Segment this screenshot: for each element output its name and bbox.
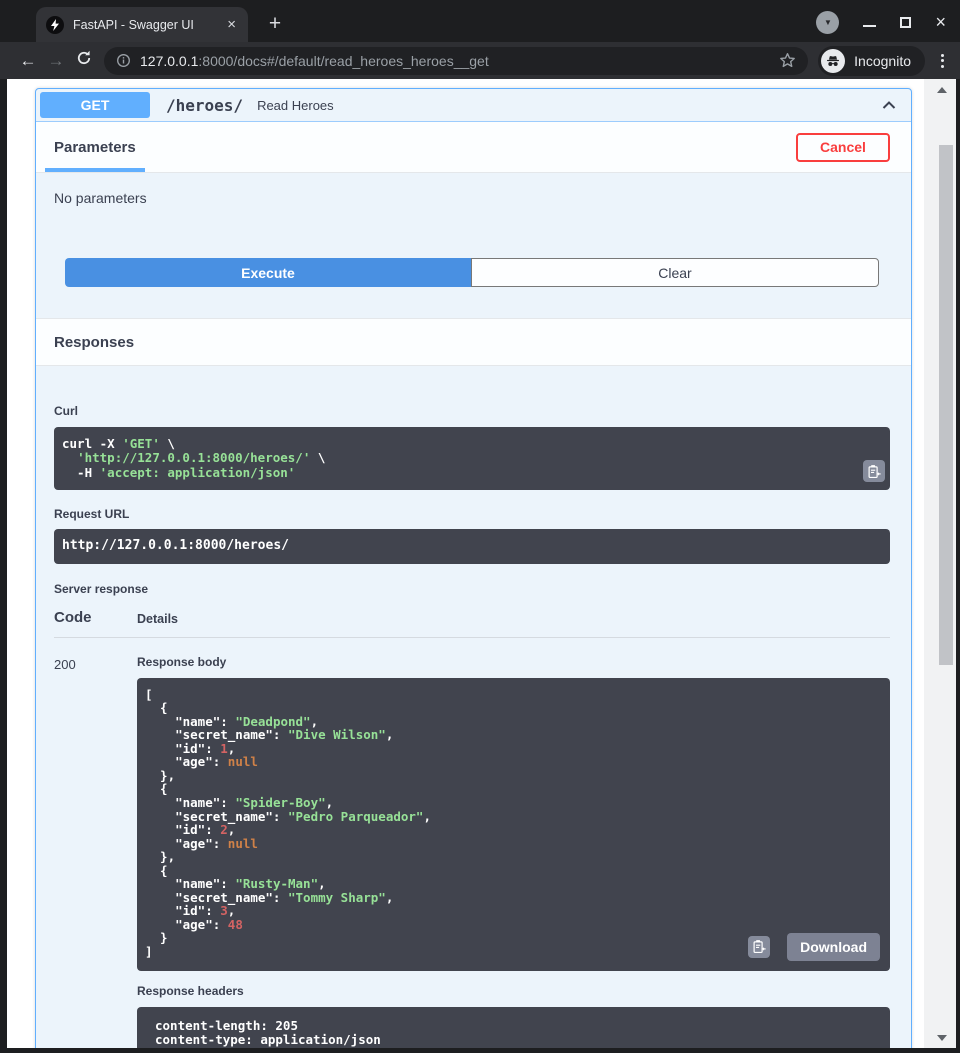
details-column-header: Details bbox=[137, 612, 178, 626]
site-info-icon[interactable] bbox=[116, 53, 131, 68]
execute-button[interactable]: Execute bbox=[65, 258, 471, 287]
code-column-header: Code bbox=[54, 609, 137, 626]
scroll-up-icon[interactable] bbox=[937, 87, 947, 93]
browser-tab[interactable]: FastAPI - Swagger UI × bbox=[36, 7, 248, 42]
page: GET /heroes/ Read Heroes Parameters Canc… bbox=[0, 79, 960, 1053]
minimize-icon[interactable] bbox=[863, 25, 876, 27]
status-code: 200 bbox=[54, 655, 137, 1048]
scroll-down-icon[interactable] bbox=[937, 1035, 947, 1041]
request-url-value: http://127.0.0.1:8000/heroes/ bbox=[54, 529, 890, 563]
window-controls: ▼ × bbox=[816, 8, 946, 36]
parameters-body: No parameters Execute Clear bbox=[36, 173, 911, 318]
incognito-badge: Incognito bbox=[818, 46, 925, 76]
browser-toolbar: ← → 127.0.0.1:8000/docs#/default/read_he… bbox=[0, 42, 960, 79]
server-response-label: Server response bbox=[54, 582, 890, 596]
parameters-header: Parameters Cancel bbox=[36, 122, 911, 173]
curl-label: Curl bbox=[54, 404, 890, 418]
swagger-page: GET /heroes/ Read Heroes Parameters Canc… bbox=[7, 79, 924, 1048]
tab-title: FastAPI - Swagger UI bbox=[73, 18, 225, 32]
tab-search-icon[interactable]: ▼ bbox=[816, 11, 839, 34]
browser-window: FastAPI - Swagger UI × + ▼ × ← → 127.0.0… bbox=[0, 0, 960, 1053]
copy-curl-button[interactable] bbox=[863, 460, 885, 482]
url-text[interactable]: 127.0.0.1:8000/docs#/default/read_heroes… bbox=[140, 53, 771, 69]
responses-header: Responses bbox=[36, 318, 911, 366]
opblock-summary[interactable]: GET /heroes/ Read Heroes bbox=[36, 89, 911, 122]
download-button[interactable]: Download bbox=[787, 933, 880, 961]
maximize-icon[interactable] bbox=[900, 17, 911, 28]
response-body-label: Response body bbox=[137, 655, 890, 669]
cancel-button[interactable]: Cancel bbox=[796, 133, 890, 162]
response-table-header: Code Details bbox=[54, 609, 890, 638]
browser-menu-icon[interactable] bbox=[935, 54, 950, 68]
response-headers-label: Response headers bbox=[137, 984, 890, 998]
scrollbar-thumb[interactable] bbox=[939, 145, 953, 665]
reload-icon[interactable] bbox=[70, 50, 98, 71]
incognito-label: Incognito bbox=[854, 53, 911, 69]
address-bar[interactable]: 127.0.0.1:8000/docs#/default/read_heroes… bbox=[104, 47, 808, 75]
curl-command: curl -X 'GET' \ 'http://127.0.0.1:8000/h… bbox=[54, 427, 890, 490]
endpoint-path: /heroes/ bbox=[166, 96, 243, 115]
url-path: :8000/docs#/default/read_heroes_heroes__… bbox=[198, 53, 488, 69]
close-tab-icon[interactable]: × bbox=[225, 16, 238, 33]
clear-button[interactable]: Clear bbox=[471, 258, 879, 287]
responses-title: Responses bbox=[54, 334, 134, 351]
response-row-200: 200 Response body [ { "name": "Deadpond"… bbox=[54, 655, 890, 1048]
request-url-label: Request URL bbox=[54, 507, 890, 521]
bookmark-star-icon[interactable] bbox=[779, 52, 796, 69]
response-body-json: [ { "name": "Deadpond", "secret_name": "… bbox=[137, 678, 890, 971]
tab-parameters[interactable]: Parameters bbox=[54, 122, 136, 172]
close-window-icon[interactable]: × bbox=[935, 13, 946, 31]
new-tab-button[interactable]: + bbox=[260, 9, 290, 39]
page-scrollbar[interactable] bbox=[924, 79, 956, 1048]
forward-icon[interactable]: → bbox=[42, 51, 70, 71]
endpoint-summary: Read Heroes bbox=[257, 98, 334, 113]
url-host: 127.0.0.1 bbox=[140, 53, 198, 69]
no-parameters-text: No parameters bbox=[36, 173, 911, 206]
opblock-get-heroes: GET /heroes/ Read Heroes Parameters Canc… bbox=[35, 88, 912, 1048]
incognito-icon bbox=[821, 49, 845, 73]
collapse-chevron-icon[interactable] bbox=[879, 95, 899, 115]
method-badge: GET bbox=[40, 92, 150, 118]
tab-bar: FastAPI - Swagger UI × + ▼ × bbox=[0, 0, 960, 42]
response-headers: content-length: 205content-type: applica… bbox=[137, 1007, 890, 1048]
back-icon[interactable]: ← bbox=[14, 51, 42, 71]
fastapi-favicon-icon bbox=[46, 16, 64, 34]
execute-wrapper: Execute Clear bbox=[36, 206, 911, 318]
copy-response-button[interactable] bbox=[748, 936, 770, 958]
responses-body: Curl curl -X 'GET' \ 'http://127.0.0.1:8… bbox=[36, 404, 911, 1048]
